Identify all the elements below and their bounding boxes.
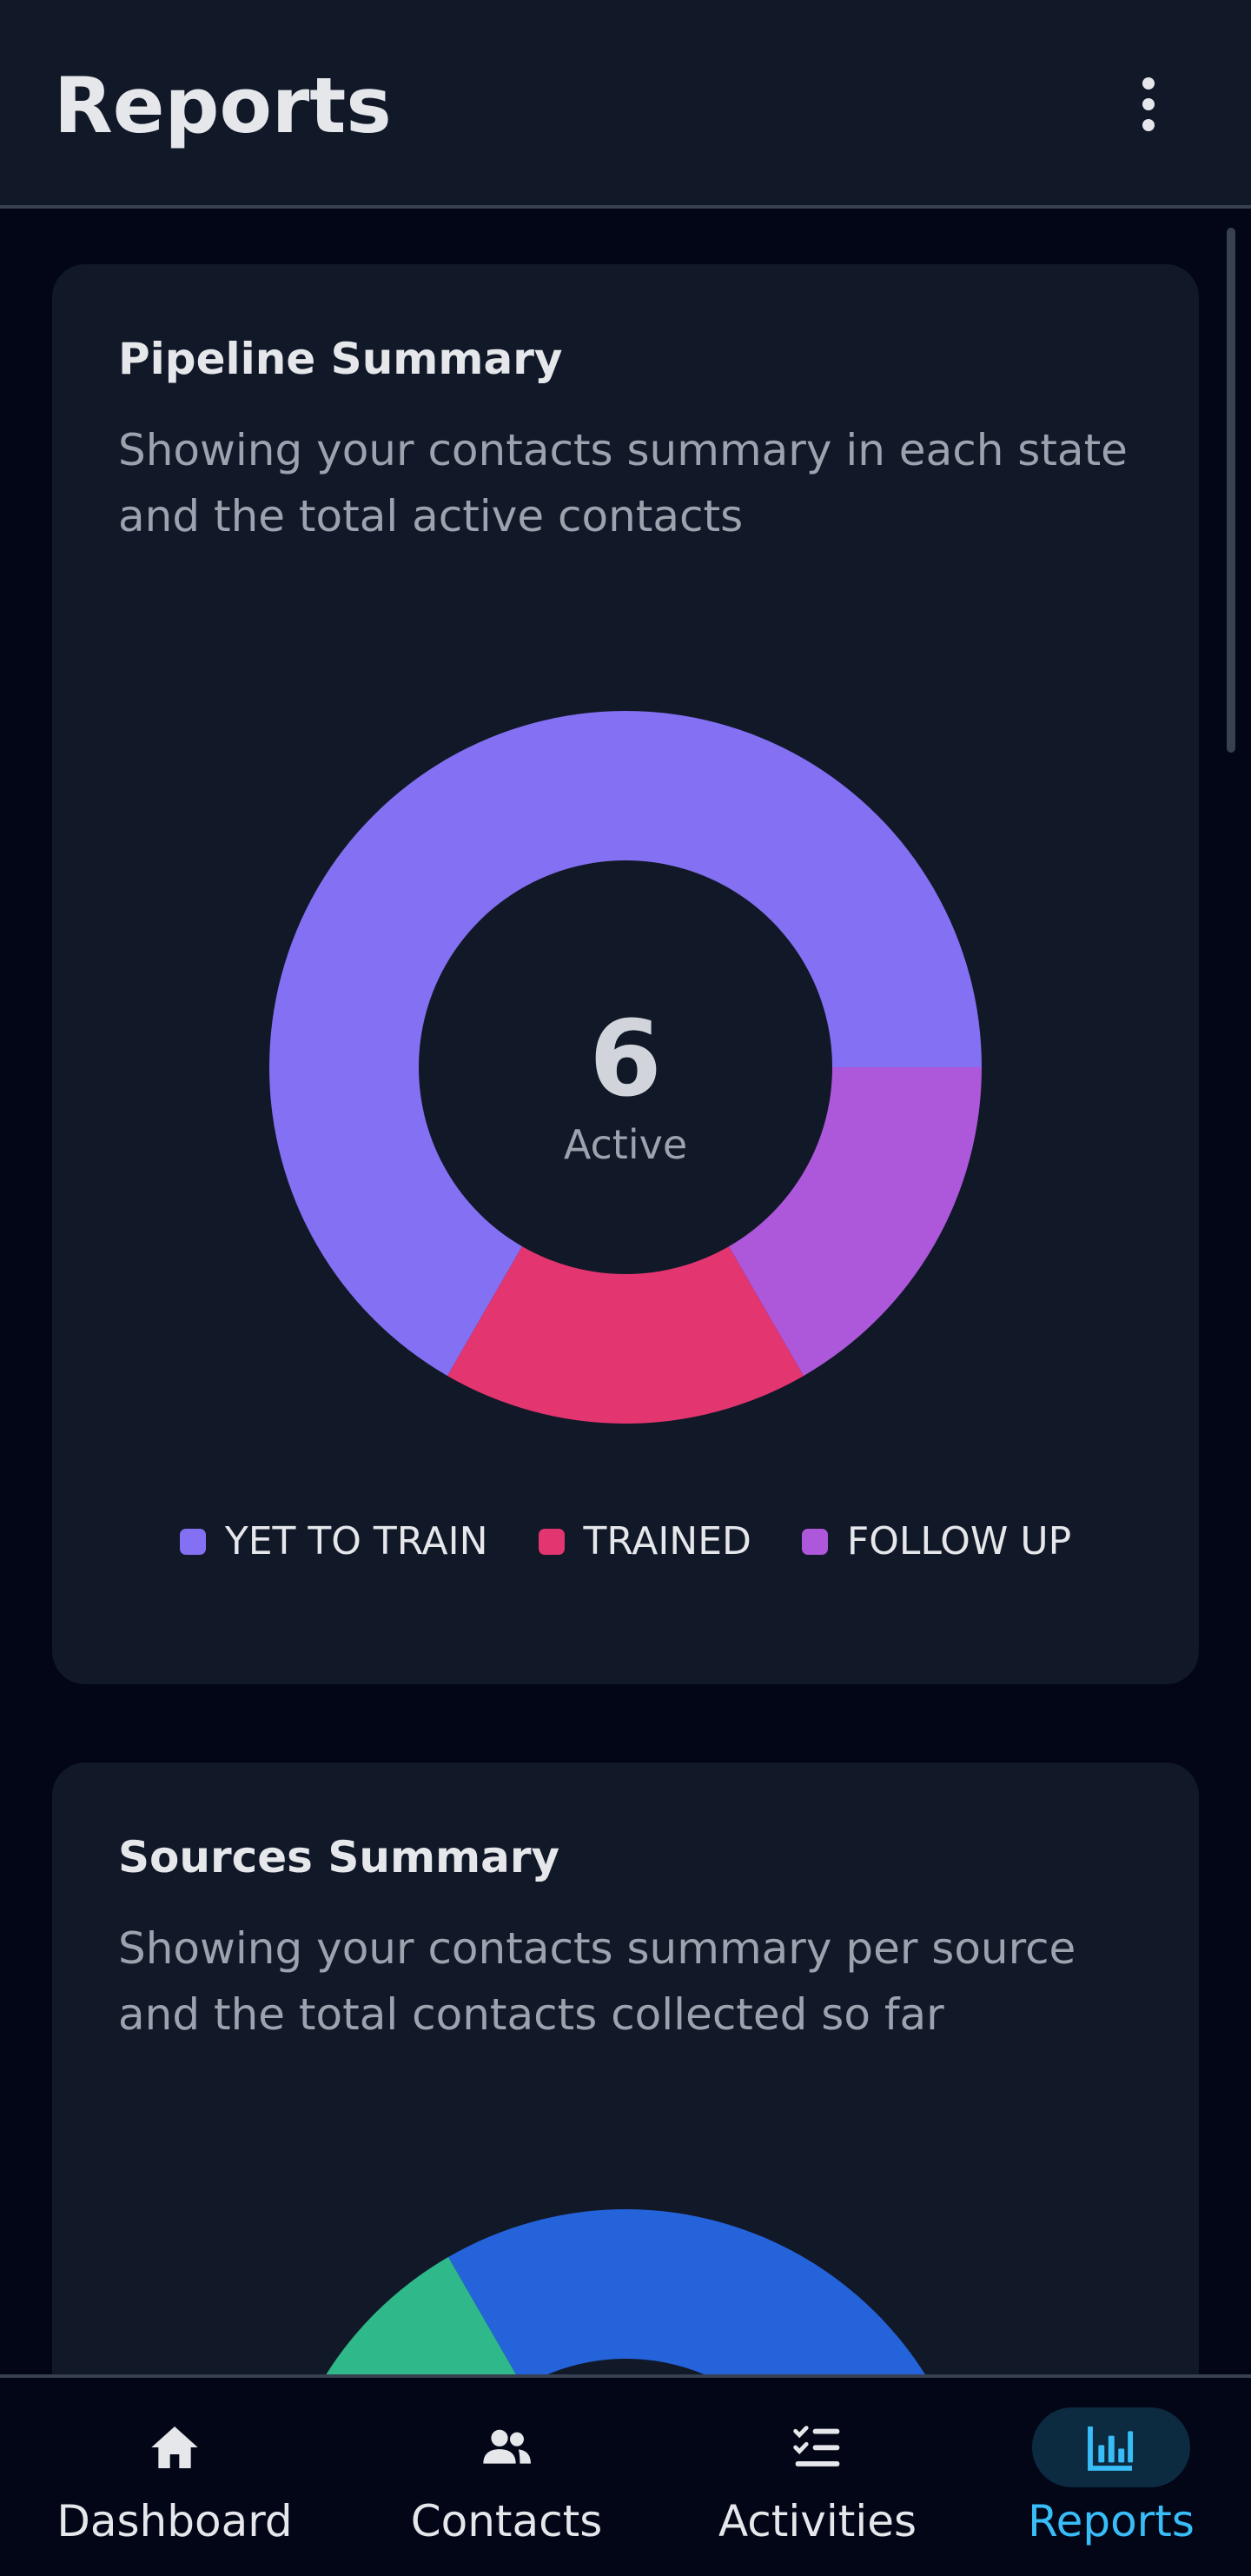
card-description: Showing your contacts summary per source… [118,1923,1076,2040]
card-title: Pipeline Summary [118,334,563,384]
more-vertical-icon[interactable] [1121,70,1176,139]
nav-label: Contacts [410,2496,603,2546]
home-icon [151,2427,198,2468]
chart-legend: YET TO TRAIN TRAINED FOLLOW UP [0,1519,1251,1564]
nav-label: Activities [718,2496,917,2546]
bottom-navigation: Dashboard Contacts Activities Reports [0,2374,1251,2573]
nav-item-activities[interactable]: Activities [695,2378,940,2576]
active-count: 6 [589,999,662,1120]
legend-label: TRAINED [583,1519,751,1564]
sources-summary-card: Sources Summary Showing your contacts su… [52,1763,1199,2458]
nav-item-contacts[interactable]: Contacts [384,2378,629,2576]
legend-item-trained[interactable]: TRAINED [538,1519,751,1564]
app-bar: Reports [0,0,1251,209]
card-description: Showing your contacts summary in each st… [118,425,1128,541]
nav-label: Dashboard [56,2496,293,2546]
checklist-icon [793,2426,840,2466]
legend-item-follow-up[interactable]: FOLLOW UP [801,1519,1072,1564]
people-icon [483,2429,531,2464]
active-label: Active [563,1121,688,1168]
page-title: Reports [54,61,392,150]
legend-swatch [179,1528,206,1555]
legend-swatch [801,1528,828,1555]
legend-label: YET TO TRAIN [224,1519,488,1564]
legend-swatch [538,1528,565,1555]
card-title: Sources Summary [118,1832,560,1882]
pipeline-summary-card: Pipeline Summary Showing your contacts s… [52,264,1199,1684]
nav-label: Reports [1028,2496,1195,2546]
nav-item-reports[interactable]: Reports [989,2378,1234,2576]
legend-label: FOLLOW UP [846,1519,1072,1564]
legend-item-yet-to-train[interactable]: YET TO TRAIN [179,1519,488,1564]
bar-chart-icon [1088,2427,1134,2471]
scrollbar[interactable] [1227,228,1235,753]
nav-item-dashboard[interactable]: Dashboard [52,2378,297,2576]
